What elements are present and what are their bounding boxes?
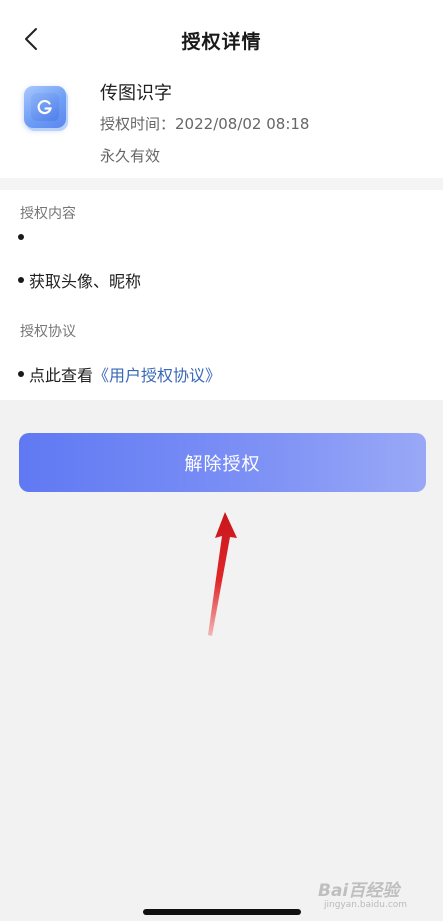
validity-text: 永久有效 [100, 147, 161, 165]
baidu-jingyan-watermark: Bai百经验 jingyan.baidu.com [318, 866, 436, 916]
agreement-title: 授权协议 [20, 324, 76, 340]
annotation-arrow-icon [208, 512, 237, 636]
scope-item: 获取头像、昵称 [18, 268, 141, 292]
top-nav-bar: 授权详情 [0, 0, 443, 78]
scope-item [18, 234, 29, 240]
scope-title: 授权内容 [20, 206, 76, 222]
watermark-site: jingyan.baidu.com [324, 900, 408, 910]
auth-time-label: 授权时间： [100, 115, 176, 133]
auth-detail-page: 授权详情 传图识字 授权时间：2022/08/02 08:18 永久有效 授权内… [0, 0, 443, 921]
watermark-brand: Bai百经验 [318, 881, 400, 901]
section-divider [0, 178, 443, 190]
revoke-authorization-button[interactable]: 解除授权 [19, 433, 426, 492]
home-indicator[interactable] [143, 909, 301, 915]
app-logo-icon [24, 86, 66, 128]
bullet-dot-icon [18, 277, 24, 283]
bullet-dot-icon [18, 371, 24, 377]
app-info-card: 传图识字 授权时间：2022/08/02 08:18 永久有效 [0, 78, 443, 178]
auth-time: 授权时间：2022/08/02 08:18 [100, 113, 309, 134]
auth-content-section: 授权内容 获取头像、昵称 授权协议 点此查看 《用户授权协议》 [0, 190, 443, 400]
agreement-item: 点此查看 《用户授权协议》 [18, 362, 221, 386]
auth-time-value: 2022/08/02 08:18 [175, 115, 310, 133]
agreement-prefix: 点此查看 [29, 366, 94, 385]
bullet-dot-icon [18, 234, 24, 240]
page-title: 授权详情 [181, 31, 262, 53]
app-name: 传图识字 [100, 83, 172, 104]
user-agreement-link[interactable]: 《用户授权协议》 [93, 362, 221, 386]
